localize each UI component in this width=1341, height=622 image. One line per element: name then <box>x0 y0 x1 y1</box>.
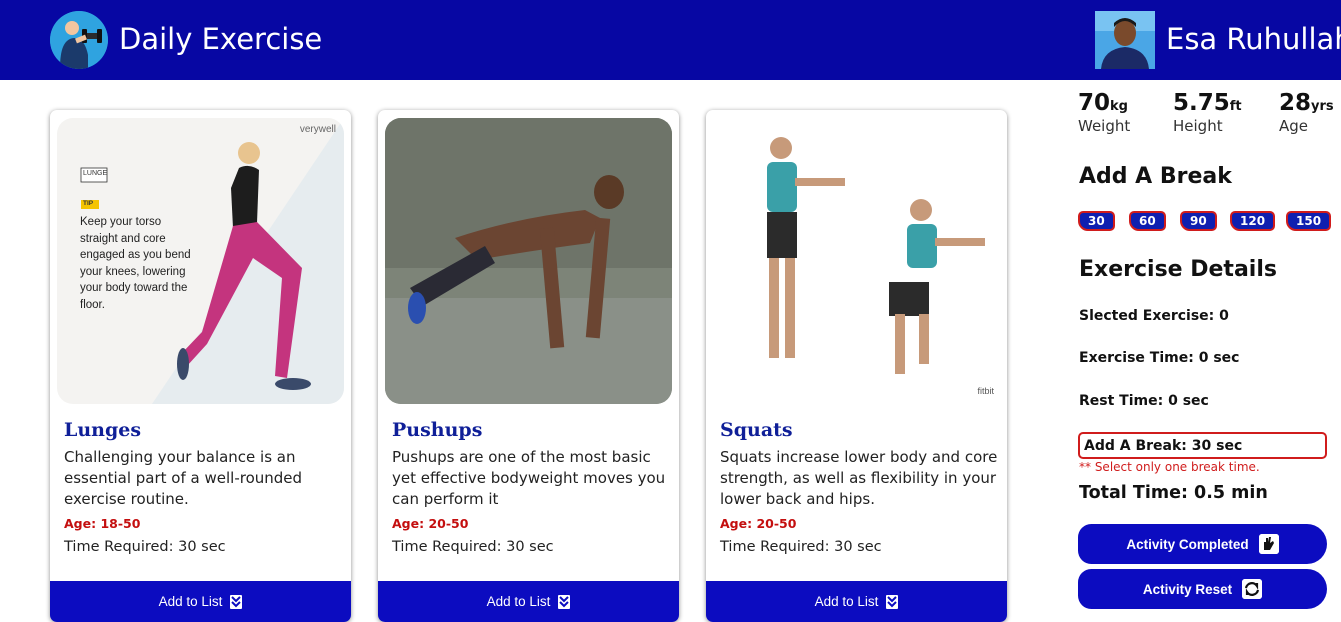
add-to-list-label: Add to List <box>814 594 879 609</box>
exercise-image-pushups <box>385 118 672 404</box>
image-tag-text: LUNGE <box>83 170 108 177</box>
rest-time-total: Rest Time: 0 sec <box>1079 393 1209 409</box>
stat-weight-unit: kg <box>1110 99 1128 114</box>
image-brand-text: fitbit <box>977 386 994 396</box>
stat-height-label: Height <box>1173 117 1223 135</box>
exercise-time: Time Required: 30 sec <box>392 539 554 555</box>
stat-height-value: 5.75 <box>1173 90 1230 116</box>
refresh-icon <box>1242 579 1263 599</box>
add-to-list-button[interactable]: Add to List <box>50 581 351 622</box>
break-option-120[interactable]: 120 <box>1230 211 1276 231</box>
exercise-image-lunges: verywell LUNGE TIP Keep your torso strai… <box>57 118 344 404</box>
double-chevron-down-icon <box>886 594 899 609</box>
stat-age: 28yrs Age <box>1279 90 1334 135</box>
stat-weight-value: 70 <box>1078 90 1111 116</box>
exercise-description: Squats increase lower body and core stre… <box>720 448 998 508</box>
stat-age-value: 28 <box>1279 90 1312 116</box>
exercise-title: Pushups <box>392 419 483 441</box>
add-to-list-label: Add to List <box>486 594 551 609</box>
exercise-description: Challenging your balance is an essential… <box>64 448 303 508</box>
stat-height-unit: ft <box>1229 99 1242 114</box>
image-tip-label: TIP <box>83 200 94 207</box>
exercise-time: Time Required: 30 sec <box>64 539 226 555</box>
image-tip-text: Keep your torso straight and core engage… <box>80 216 191 311</box>
stat-age-unit: yrs <box>1311 99 1334 114</box>
break-value-box: Add A Break: 30 sec <box>1078 432 1327 459</box>
break-heading: Add A Break <box>1079 164 1232 189</box>
exercise-age: Age: 18-50 <box>64 516 141 531</box>
total-time: Total Time: 0.5 min <box>1079 483 1268 503</box>
activity-reset-label: Activity Reset <box>1142 581 1233 597</box>
exercise-card-lunges: verywell LUNGE TIP Keep your torso strai… <box>50 110 351 622</box>
app-header: Daily Exercise Esa Ruhullah <box>0 0 1341 80</box>
exercise-card-squats: fitbit Squats Squats increase lower body… <box>706 110 1007 622</box>
exercise-title: Squats <box>720 419 793 441</box>
stat-weight-label: Weight <box>1078 117 1131 135</box>
break-option-30[interactable]: 30 <box>1078 211 1115 231</box>
image-brand-text: verywell <box>299 124 336 135</box>
hand-gesture-icon <box>1258 534 1279 554</box>
details-heading: Exercise Details <box>1079 257 1277 282</box>
exercise-time-total: Exercise Time: 0 sec <box>1079 350 1240 366</box>
exercise-image-squats: fitbit <box>713 118 1000 404</box>
stat-age-label: Age <box>1279 117 1309 135</box>
exercise-description: Pushups are one of the most basic yet ef… <box>392 448 666 508</box>
activity-reset-button[interactable]: Activity Reset <box>1078 569 1327 609</box>
user-avatar[interactable] <box>1095 11 1155 69</box>
exercise-card-pushups: Pushups Pushups are one of the most basi… <box>378 110 679 622</box>
add-to-list-button[interactable]: Add to List <box>378 581 679 622</box>
add-to-list-button[interactable]: Add to List <box>706 581 1007 622</box>
double-chevron-down-icon <box>230 594 243 609</box>
exercise-time: Time Required: 30 sec <box>720 539 882 555</box>
app-title: Daily Exercise <box>119 22 323 56</box>
double-chevron-down-icon <box>558 594 571 609</box>
add-to-list-label: Add to List <box>158 594 223 609</box>
exercise-age: Age: 20-50 <box>392 516 469 531</box>
break-option-150[interactable]: 150 <box>1286 211 1332 231</box>
exercise-age: Age: 20-50 <box>720 516 797 531</box>
activity-completed-label: Activity Completed <box>1126 536 1249 552</box>
activity-completed-button[interactable]: Activity Completed <box>1078 524 1327 564</box>
user-name: Esa Ruhullah <box>1166 22 1341 56</box>
stat-weight: 70kg Weight <box>1078 90 1130 135</box>
break-option-60[interactable]: 60 <box>1129 211 1166 231</box>
break-warning: ** Select only one break time. <box>1079 460 1260 474</box>
exercise-title: Lunges <box>64 419 142 441</box>
stat-height: 5.75ft Height <box>1173 90 1242 135</box>
selected-exercise-count: Slected Exercise: 0 <box>1079 308 1229 324</box>
break-option-90[interactable]: 90 <box>1180 211 1217 231</box>
dumbbell-person-icon <box>50 11 108 69</box>
